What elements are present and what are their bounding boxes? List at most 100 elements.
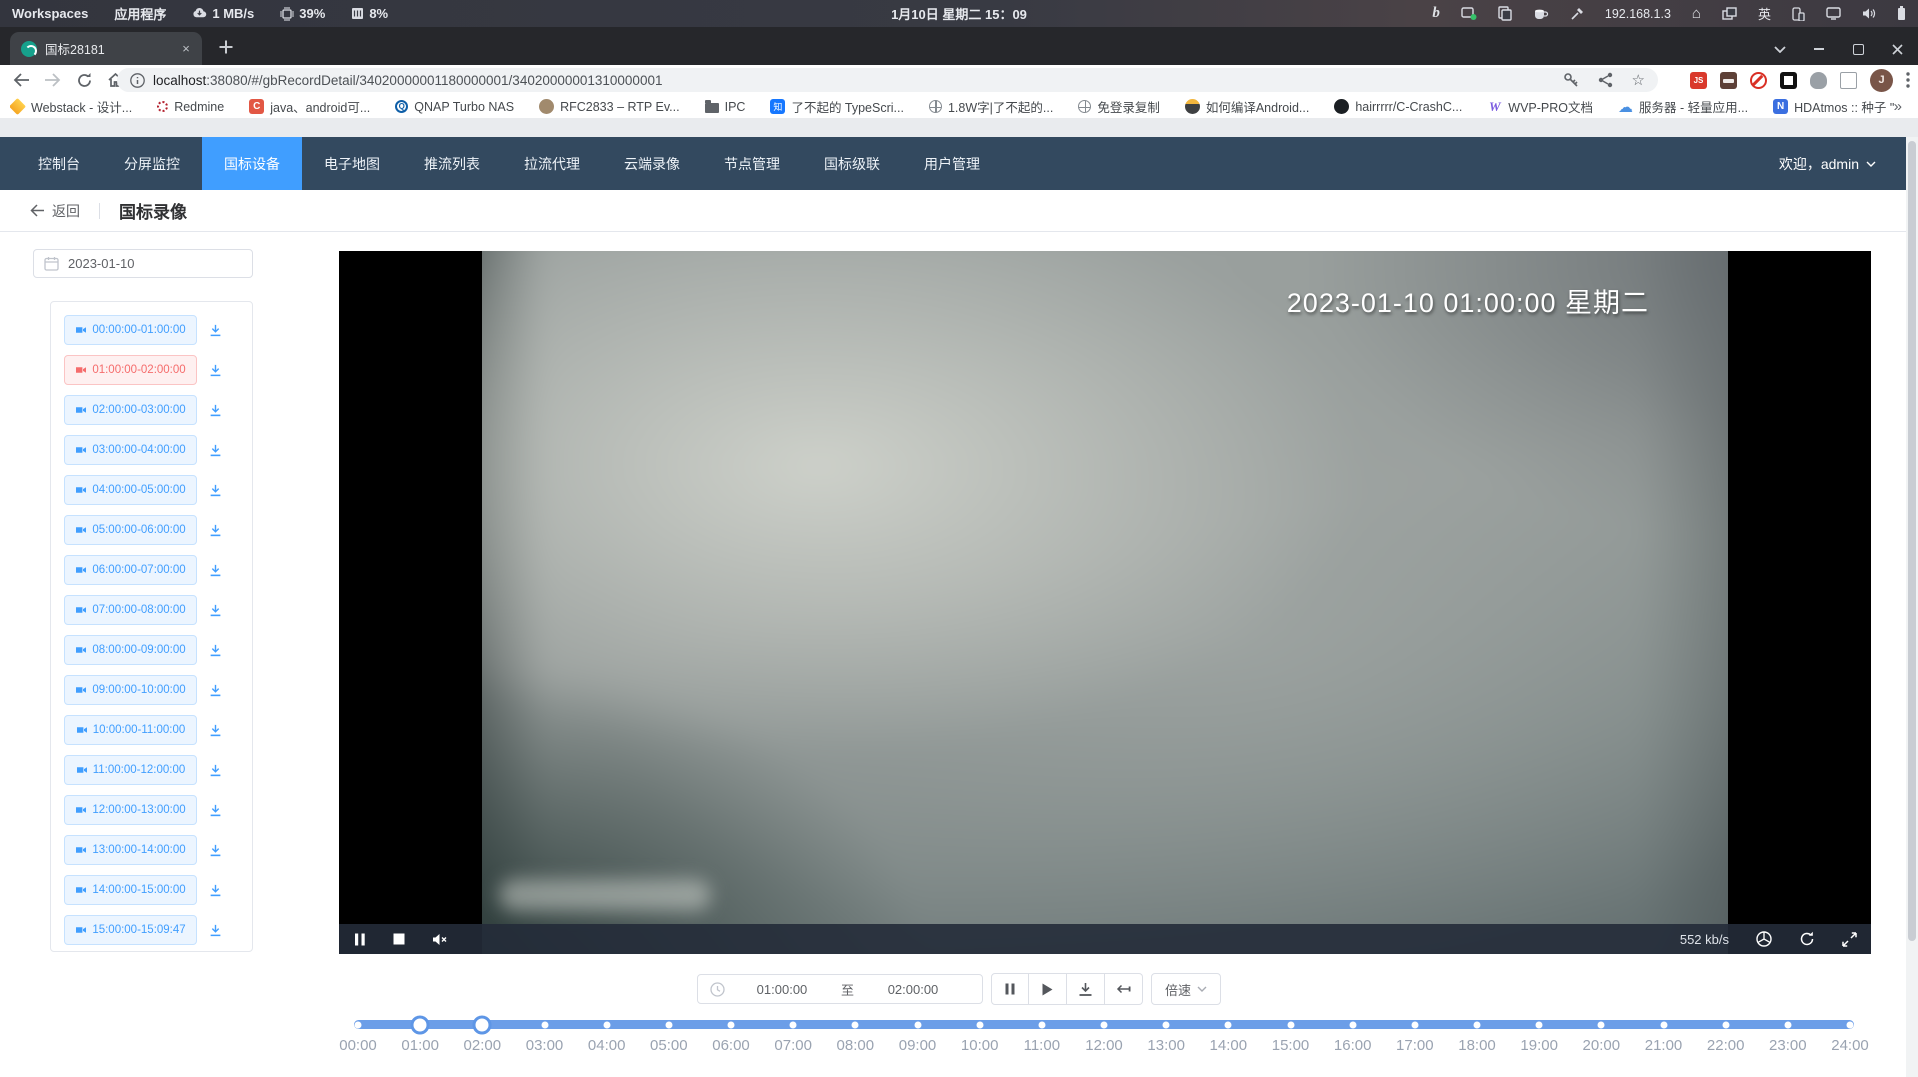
nav-tab-推流列表[interactable]: 推流列表 (402, 137, 502, 190)
record-segment-button[interactable]: 04:00:00-05:00:00 (64, 475, 197, 505)
nav-tab-控制台[interactable]: 控制台 (16, 137, 102, 190)
download-segment-button[interactable] (208, 843, 223, 858)
download-segment-button[interactable] (208, 803, 223, 818)
bookmark-item[interactable]: 免登录复制 (1078, 97, 1160, 116)
dark-square-extension-icon[interactable] (1780, 72, 1797, 89)
record-segment-button[interactable]: 11:00:00-12:00:00 (64, 755, 197, 785)
nav-tab-节点管理[interactable]: 节点管理 (702, 137, 802, 190)
browser-tab[interactable]: 国标28181 × (10, 32, 202, 65)
nav-tab-分屏监控[interactable]: 分屏监控 (102, 137, 202, 190)
refresh-icon[interactable] (1799, 931, 1815, 947)
workspaces-stack-tray-icon[interactable] (1722, 7, 1737, 21)
download-segment-button[interactable] (208, 523, 223, 538)
timeline-range-handle[interactable] (473, 1015, 492, 1034)
home-tray-icon[interactable] (1692, 5, 1701, 22)
download-segment-button[interactable] (208, 483, 223, 498)
video-player[interactable]: 2023-01-10 01:00:00 星期二 552 kb/s (339, 251, 1871, 954)
tab-close-icon[interactable]: × (178, 41, 194, 57)
bookmark-item[interactable]: 1.8W字|了不起的... (929, 97, 1053, 116)
robot-extension-icon[interactable] (1720, 72, 1737, 89)
input-method-indicator[interactable]: 英 (1758, 4, 1771, 23)
download-segment-button[interactable] (208, 923, 223, 938)
color-picker-tray-icon[interactable] (1570, 7, 1584, 21)
phone-link-tray-icon[interactable] (1792, 7, 1805, 21)
bookmark-item[interactable]: 服务器 - 轻量应用... (1618, 97, 1748, 116)
download-segment-button[interactable] (208, 763, 223, 778)
download-segment-button[interactable] (208, 563, 223, 578)
clipboard-tray-icon[interactable] (1498, 6, 1512, 21)
record-segment-button[interactable]: 03:00:00-04:00:00 (64, 435, 197, 465)
nav-tab-电子地图[interactable]: 电子地图 (302, 137, 402, 190)
nav-tab-云端录像[interactable]: 云端录像 (602, 137, 702, 190)
display-tray-icon[interactable] (1826, 7, 1841, 20)
bookmark-item[interactable]: hairrrrr/C-CrashC... (1334, 99, 1462, 114)
page-scrollbar[interactable] (1906, 137, 1918, 1077)
download-segment-button[interactable] (208, 323, 223, 338)
gray-blob-extension-icon[interactable] (1810, 72, 1827, 89)
bookmark-item[interactable]: IPC (705, 100, 746, 114)
browser-forward-button[interactable] (43, 70, 63, 90)
record-segment-button[interactable]: 07:00:00-08:00:00 (64, 595, 197, 625)
bookmark-star-icon[interactable] (1632, 71, 1645, 89)
range-start-time[interactable]: 01:00:00 (725, 982, 839, 997)
site-info-icon[interactable] (130, 73, 145, 88)
coffee-cup-tray-icon[interactable] (1533, 7, 1549, 21)
browser-reload-button[interactable] (74, 70, 94, 90)
bookmark-item[interactable]: Webstack - 设计... (10, 97, 132, 116)
url-address-bar[interactable]: localhost:38080/#/gbRecordDetail/3402000… (117, 68, 1658, 92)
record-segment-button[interactable]: 08:00:00-09:00:00 (64, 635, 197, 665)
clock-indicator[interactable]: 1月10日 星期二 15：09 (891, 4, 1027, 23)
workspaces-button[interactable]: Workspaces (12, 6, 88, 21)
volume-tray-icon[interactable] (1862, 7, 1876, 20)
record-segment-button[interactable]: 00:00:00-01:00:00 (64, 315, 197, 345)
record-segment-button[interactable]: 15:00:00-15:09:47 (64, 915, 197, 945)
record-segment-button[interactable]: 13:00:00-14:00:00 (64, 835, 197, 865)
download-segment-button[interactable] (208, 603, 223, 618)
window-close-button[interactable] (1890, 42, 1904, 56)
download-segment-button[interactable] (208, 883, 223, 898)
window-minimize-button[interactable] (1812, 42, 1826, 56)
bookmarks-overflow-chevron[interactable]: » (1894, 98, 1908, 115)
download-segment-button[interactable] (208, 443, 223, 458)
record-segment-button[interactable]: 02:00:00-03:00:00 (64, 395, 197, 425)
flat-b-tray-icon[interactable] (1432, 5, 1440, 22)
nav-tab-国标级联[interactable]: 国标级联 (802, 137, 902, 190)
pause-button[interactable] (991, 973, 1029, 1005)
browser-back-button[interactable] (11, 70, 31, 90)
bookmark-item[interactable]: QNAP Turbo NAS (395, 100, 514, 114)
seek-back-button[interactable] (1105, 973, 1143, 1005)
new-tab-button[interactable] (214, 35, 238, 59)
back-button[interactable]: 返回 (30, 201, 80, 221)
timeline-track[interactable] (354, 1020, 1854, 1029)
record-segment-button[interactable]: 10:00:00-11:00:00 (64, 715, 197, 745)
user-welcome-menu[interactable]: 欢迎，admin (1779, 154, 1876, 174)
player-pause-icon[interactable] (354, 933, 366, 946)
date-picker-input[interactable]: 2023-01-10 (33, 249, 253, 278)
bookmark-item[interactable]: java、android可... (249, 97, 370, 116)
play-button[interactable] (1029, 973, 1067, 1005)
page-extension-icon[interactable] (1840, 72, 1857, 89)
window-maximize-button[interactable] (1851, 42, 1865, 56)
bookmark-item[interactable]: RFC2833 – RTP Ev... (539, 99, 680, 114)
download-segment-button[interactable] (208, 683, 223, 698)
password-key-icon[interactable] (1563, 72, 1579, 88)
bookmark-item[interactable]: HDAtmos :: 种子 "... (1773, 97, 1894, 116)
battery-tray-icon[interactable] (1897, 6, 1906, 21)
download-segment-button[interactable] (208, 723, 223, 738)
bookmark-item[interactable]: WVP-PRO文档 (1487, 97, 1593, 116)
profile-avatar[interactable] (1870, 69, 1893, 92)
fullscreen-icon[interactable] (1842, 932, 1857, 947)
bookmark-item[interactable]: Redmine (157, 100, 224, 114)
record-segment-button[interactable]: 09:00:00-10:00:00 (64, 675, 197, 705)
bookmark-item[interactable]: 了不起的 TypeScri... (770, 97, 904, 116)
nav-tab-拉流代理[interactable]: 拉流代理 (502, 137, 602, 190)
bookmark-item[interactable]: 如何编译Android... (1185, 97, 1310, 116)
time-range-input[interactable]: 01:00:00 至 02:00:00 (697, 974, 983, 1004)
app-window-tray-icon[interactable] (1461, 6, 1477, 21)
nav-tab-国标设备[interactable]: 国标设备 (202, 137, 302, 190)
record-segment-button[interactable]: 12:00:00-13:00:00 (64, 795, 197, 825)
share-icon[interactable] (1598, 72, 1613, 88)
record-segment-button[interactable]: 01:00:00-02:00:00 (64, 355, 197, 385)
record-segment-button[interactable]: 14:00:00-15:00:00 (64, 875, 197, 905)
nav-tab-用户管理[interactable]: 用户管理 (902, 137, 1002, 190)
